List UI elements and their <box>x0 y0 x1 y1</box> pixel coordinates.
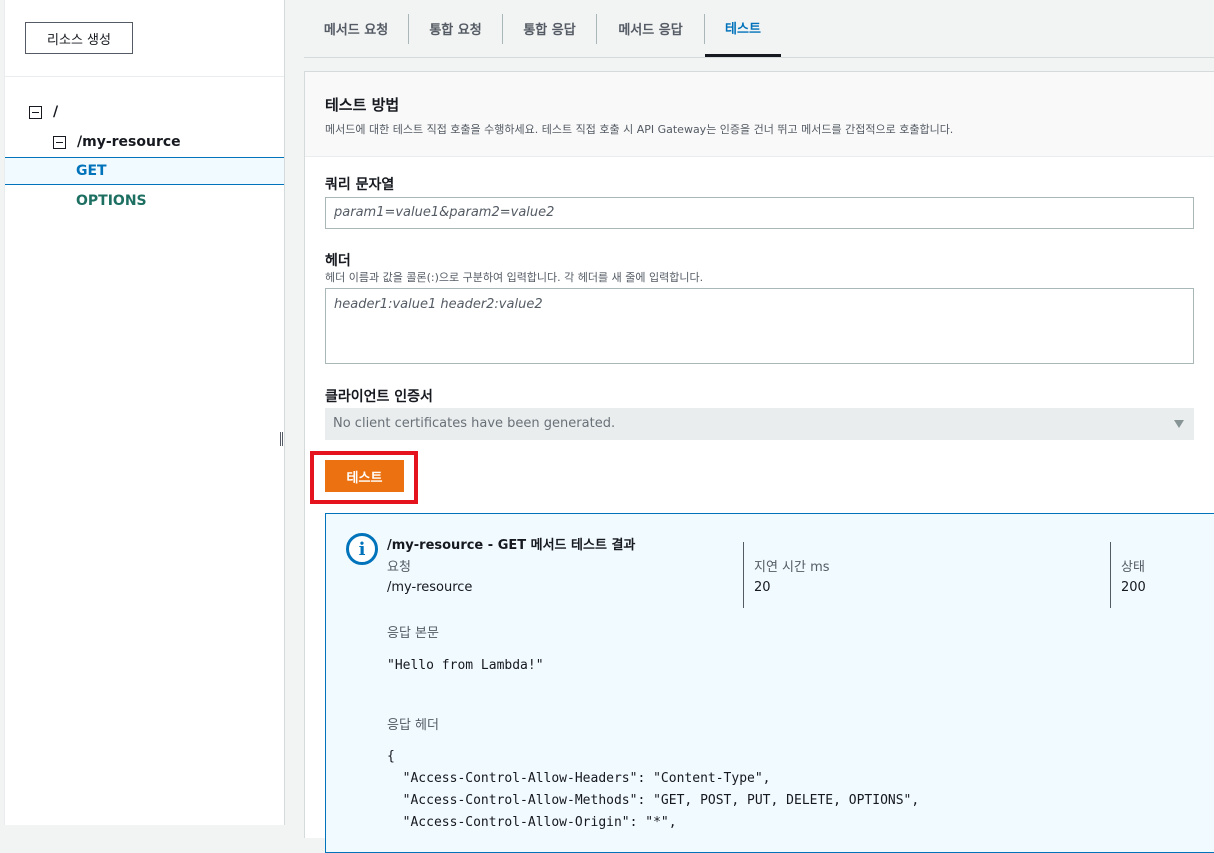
response-body-label: 응답 본문 <box>387 626 439 641</box>
status-label: 상태 <box>1121 560 1145 575</box>
request-label: 요청 <box>387 560 411 575</box>
panel-header: 테스트 방법 메서드에 대한 테스트 직접 호출을 수행하세요. 테스트 직접 … <box>305 72 1214 157</box>
tree-item-label: GET <box>76 163 107 179</box>
response-headers-line: "Access-Control-Allow-Origin": "*", <box>387 815 677 830</box>
create-resource-button[interactable]: 리소스 생성 <box>25 22 133 54</box>
resource-sidebar: 리소스 생성 / /my-resource GET OPTIONS <box>4 0 285 825</box>
headers-description: 헤더 이름과 값을 콜론(:)으로 구분하여 입력합니다. 각 헤더를 새 줄에… <box>325 271 704 284</box>
tab-test[interactable]: 테스트 <box>705 0 781 57</box>
test-button[interactable]: 테스트 <box>325 460 404 492</box>
headers-label: 헤더 <box>325 253 351 269</box>
tab-integration-request[interactable]: 통합 요청 <box>409 0 502 57</box>
response-headers-label: 응답 헤더 <box>387 718 439 733</box>
tree-item-options[interactable]: OPTIONS <box>5 187 284 215</box>
column-divider <box>1110 542 1111 608</box>
panel-description: 메서드에 대한 테스트 직접 호출을 수행하세요. 테스트 직접 호출 시 AP… <box>325 123 954 136</box>
tab-integration-response[interactable]: 통합 응답 <box>503 0 596 57</box>
tree-item-label: OPTIONS <box>76 193 147 209</box>
tree-item-get[interactable]: GET <box>5 157 284 185</box>
request-value: /my-resource <box>387 580 473 595</box>
query-string-label: 쿼리 문자열 <box>325 177 395 193</box>
method-tabs: 메서드 요청 통합 요청 통합 응답 메서드 응답 테스트 <box>304 0 1214 58</box>
sidebar-toolbar: 리소스 생성 <box>5 0 284 77</box>
test-result-alert: i /my-resource - GET 메서드 테스트 결과 요청 /my-r… <box>325 513 1214 853</box>
response-body-value: "Hello from Lambda!" <box>387 658 544 673</box>
tree-item-my-resource[interactable]: /my-resource <box>5 128 284 156</box>
tree-item-label: / <box>53 104 59 120</box>
collapse-icon[interactable] <box>29 105 42 119</box>
tab-method-request[interactable]: 메서드 요청 <box>304 0 408 57</box>
client-certificate-label: 클라이언트 인증서 <box>325 389 433 405</box>
panel-title: 테스트 방법 <box>325 96 400 114</box>
latency-label: 지연 시간 ms <box>754 560 830 575</box>
response-headers-line: "Access-Control-Allow-Headers": "Content… <box>387 771 771 786</box>
status-value: 200 <box>1121 580 1146 595</box>
test-panel: 테스트 방법 메서드에 대한 테스트 직접 호출을 수행하세요. 테스트 직접 … <box>304 71 1214 853</box>
headers-textarea[interactable]: header1:value1 header2:value2 <box>325 288 1194 364</box>
info-icon: i <box>346 533 378 565</box>
latency-value: 20 <box>754 580 771 595</box>
caret-down-icon <box>1174 420 1184 428</box>
client-certificate-value: No client certificates have been generat… <box>333 416 616 431</box>
client-certificate-select[interactable]: No client certificates have been generat… <box>325 408 1194 440</box>
response-headers-line: "Access-Control-Allow-Methods": "GET, PO… <box>387 793 920 808</box>
tree-item-label: /my-resource <box>77 134 181 150</box>
query-string-input[interactable]: param1=value1&param2=value2 <box>325 197 1194 229</box>
resize-handle[interactable] <box>280 432 283 446</box>
tree-item-root[interactable]: / <box>5 98 284 126</box>
result-title: /my-resource - GET 메서드 테스트 결과 <box>387 538 636 553</box>
collapse-icon[interactable] <box>53 135 66 149</box>
column-divider <box>743 542 744 608</box>
tab-method-response[interactable]: 메서드 응답 <box>597 0 704 57</box>
response-headers-line: { <box>387 749 395 764</box>
